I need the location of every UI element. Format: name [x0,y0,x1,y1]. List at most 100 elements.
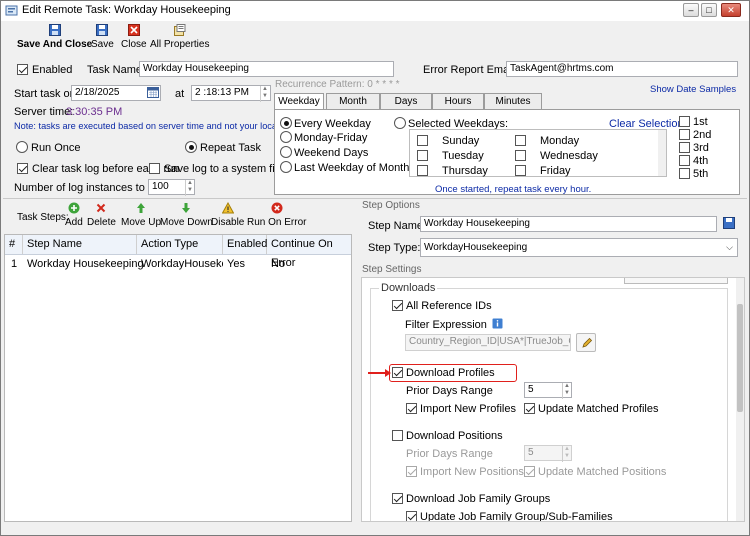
settings-scrollbar-thumb[interactable] [737,304,743,412]
tab-hours[interactable]: Hours [432,93,484,109]
step-name-input[interactable]: Workday Housekeeping [420,216,717,232]
thursday-checkbox[interactable] [417,165,428,176]
properties-icon [173,24,186,36]
tab-month[interactable]: Month [326,93,380,109]
table-row[interactable]: 1 Workday Housekeeping WorkdayHousekeepi… [5,256,351,272]
monday-checkbox[interactable] [515,135,526,146]
save-step-icon[interactable] [723,217,735,229]
delete-step-button[interactable]: Delete [87,202,116,228]
column-header-number[interactable]: # [5,235,23,254]
ordinal-1st-checkbox[interactable] [679,116,690,127]
main-toolbar: Save And Close Save Close All Properties [1,21,749,57]
ordinal-1st-label: 1st [693,116,708,128]
task-name-label: Task Name: [87,64,146,76]
tuesday-checkbox[interactable] [417,150,428,161]
update-job-family-checkbox[interactable] [406,511,417,521]
weekend-days-label: Weekend Days [294,147,369,159]
all-properties-button[interactable]: All Properties [150,24,209,50]
settings-scrollbar[interactable] [736,278,744,521]
restore-icon[interactable]: □ [701,3,717,17]
weekday-list-scrollbar[interactable] [658,130,666,176]
profiles-days-spinner[interactable]: ▲ ▼ [562,383,571,399]
ordinal-3rd-label: 3rd [693,142,709,154]
last-weekday-radio[interactable] [280,161,292,173]
minimize-icon[interactable]: – [683,3,699,17]
column-header-enabled[interactable]: Enabled [223,235,267,254]
enabled-checkbox[interactable] [17,64,28,75]
update-matched-positions-checkbox[interactable] [524,466,535,477]
error-icon [271,202,283,214]
disable-step-button[interactable]: Disable [211,202,244,228]
ordinal-2nd-checkbox[interactable] [679,129,690,140]
import-new-profiles-checkbox[interactable] [406,403,417,414]
ordinal-4th-checkbox[interactable] [679,155,690,166]
task-name-input[interactable]: Workday Housekeeping [139,61,394,77]
thursday-label: Thursday [442,165,488,177]
download-profiles-label: Download Profiles [406,367,495,379]
step-type-value: WorkdayHousekeeping [424,242,528,253]
save-disk-icon [96,24,109,36]
start-time-input[interactable]: 2 :18:13 PM [191,85,271,101]
sunday-checkbox[interactable] [417,135,428,146]
close-x-icon [127,24,140,36]
friday-checkbox[interactable] [515,165,526,176]
tab-days[interactable]: Days [380,93,432,109]
clear-log-checkbox[interactable] [17,163,28,174]
positions-days-spinner[interactable]: ▲ ▼ [562,446,571,462]
column-header-continue-on-error[interactable]: Continue On Error [267,235,351,269]
edit-filter-button[interactable] [576,333,596,352]
ordinal-5th-checkbox[interactable] [679,168,690,179]
tab-minutes[interactable]: Minutes [484,93,542,109]
log-instances-spinner[interactable]: ▲ ▼ [185,180,194,196]
repeat-task-label: Repeat Task [200,142,261,154]
every-weekday-radio[interactable] [280,117,292,129]
report-email-input[interactable]: TaskAgent@hrtms.com [506,61,738,77]
save-and-close-button[interactable]: Save And Close [17,24,92,50]
wednesday-checkbox[interactable] [515,150,526,161]
close-icon[interactable]: ✕ [721,3,741,17]
download-profiles-checkbox[interactable] [392,367,403,378]
run-on-error-button[interactable]: Run On Error [247,202,306,228]
ordinal-3rd-checkbox[interactable] [679,142,690,153]
all-reference-ids-checkbox[interactable] [392,300,403,311]
column-header-action-type[interactable]: Action Type [137,235,223,254]
arrow-up-icon [137,203,145,213]
filter-expression-input[interactable]: Country_Region_ID|USA*|TrueJob_Cl [405,334,571,351]
downloads-group-label: Downloads [379,282,438,294]
log-instances-value: 100 [152,181,169,192]
download-positions-checkbox[interactable] [392,430,403,441]
add-step-button[interactable]: Add [65,202,83,228]
run-once-label: Run Once [31,142,81,154]
selected-weekdays-radio[interactable] [394,117,406,129]
update-matched-profiles-checkbox[interactable] [524,403,535,414]
calendar-icon[interactable] [147,87,159,98]
move-down-button[interactable]: Move Down [160,202,213,228]
at-label: at [175,88,185,100]
row-enabled: Yes [227,258,245,270]
settings-dropdown-partial[interactable] [624,278,728,284]
arrow-down-icon [182,203,191,213]
edit-task-window: Edit Remote Task: Workday Housekeeping –… [0,0,750,536]
time-spinner[interactable]: ▲ ▼ [260,86,269,102]
warning-icon [221,202,234,214]
tab-weekday[interactable]: Weekday [274,93,324,110]
title-bar: Edit Remote Task: Workday Housekeeping –… [1,1,749,21]
info-icon[interactable] [492,318,503,329]
save-button[interactable]: Save [91,24,114,50]
highlight-arrow-icon [385,369,391,377]
recurrence-tabs: Weekday Month Days Hours Minutes [274,93,740,110]
move-up-button[interactable]: Move Up [121,202,161,228]
close-button[interactable]: Close [121,24,147,50]
save-log-checkbox[interactable] [149,163,160,174]
weekend-days-radio[interactable] [280,146,292,158]
row-number: 1 [11,258,18,270]
import-new-positions-checkbox[interactable] [406,466,417,477]
download-job-family-groups-checkbox[interactable] [392,493,403,504]
repeat-task-radio[interactable] [185,141,197,153]
column-header-step-name[interactable]: Step Name [23,235,137,254]
run-once-radio[interactable] [16,141,28,153]
ordinal-2nd-label: 2nd [693,129,712,141]
start-date-value: 2/18/2025 [75,87,120,98]
monday-friday-radio[interactable] [280,131,292,143]
step-type-select[interactable]: WorkdayHousekeeping ⌵ [420,238,738,257]
